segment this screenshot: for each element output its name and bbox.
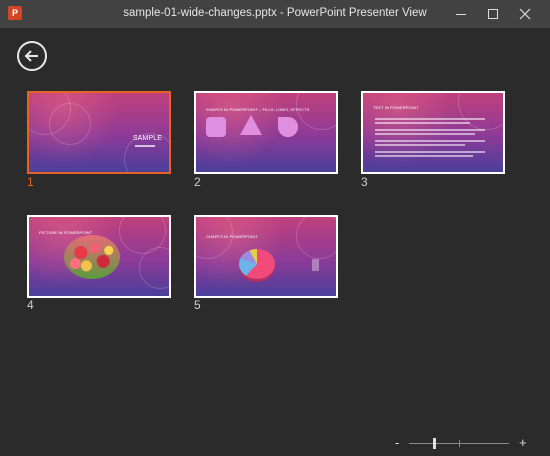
triangle-shape <box>240 115 262 135</box>
text-line <box>375 151 485 153</box>
back-arrow-icon <box>24 50 38 62</box>
text-line <box>375 129 485 131</box>
zoom-out-button[interactable]: - <box>395 436 399 449</box>
slide-number: 3 <box>361 175 368 189</box>
slide-title: CHARTS IN POWERPOINT <box>206 234 258 239</box>
slide-thumbnail-4[interactable]: PICTURE IN POWERPOINT <box>27 215 171 298</box>
text-line <box>375 133 475 135</box>
text-line <box>375 140 485 142</box>
chart-legend <box>312 259 319 271</box>
maximize-button[interactable] <box>483 4 503 24</box>
slide-thumbnail-2[interactable]: SHAPES IN POWERPOINT – FILLS, LINES, EFF… <box>194 91 338 174</box>
slide-subtitle-line <box>135 145 155 147</box>
maximize-icon <box>488 9 498 19</box>
close-icon <box>519 8 531 20</box>
title-bar: P sample-01-wide-changes.pptx - PowerPoi… <box>0 0 550 28</box>
zoom-slider-midpoint <box>459 440 460 447</box>
slide-decoration <box>458 93 503 130</box>
back-button[interactable] <box>17 41 47 71</box>
slide-number: 2 <box>194 175 201 189</box>
rounded-square-shape <box>206 117 226 137</box>
zoom-slider-thumb[interactable] <box>433 438 436 449</box>
slide-title: SAMPLE <box>133 135 162 142</box>
slide-thumbnail-5[interactable]: CHARTS IN POWERPOINT <box>194 215 338 298</box>
slide-decoration <box>139 247 169 289</box>
tulips-picture <box>64 235 120 279</box>
close-button[interactable] <box>515 4 535 24</box>
minimize-icon <box>456 14 466 15</box>
leaf-shape <box>278 117 298 137</box>
text-line <box>375 144 465 146</box>
slide-decoration <box>49 103 91 145</box>
minimize-button[interactable] <box>451 4 471 24</box>
text-line <box>375 122 470 124</box>
slide-thumbnail-1[interactable]: SAMPLE <box>27 91 171 174</box>
slide-title: TEXT IN POWERPOINT <box>373 105 419 110</box>
text-line <box>375 155 473 157</box>
slide-decoration <box>296 217 336 259</box>
pie-chart <box>239 249 275 279</box>
slide-thumbnail-3[interactable]: TEXT IN POWERPOINT <box>361 91 505 174</box>
slide-number: 1 <box>27 175 34 189</box>
slide-number: 5 <box>194 298 201 312</box>
zoom-in-button[interactable]: + <box>519 436 527 449</box>
slide-title: PICTURE IN POWERPOINT <box>39 230 93 235</box>
slide-number: 4 <box>27 298 34 312</box>
text-line <box>375 118 485 120</box>
slide-title: SHAPES IN POWERPOINT – FILLS, LINES, EFF… <box>206 107 310 112</box>
